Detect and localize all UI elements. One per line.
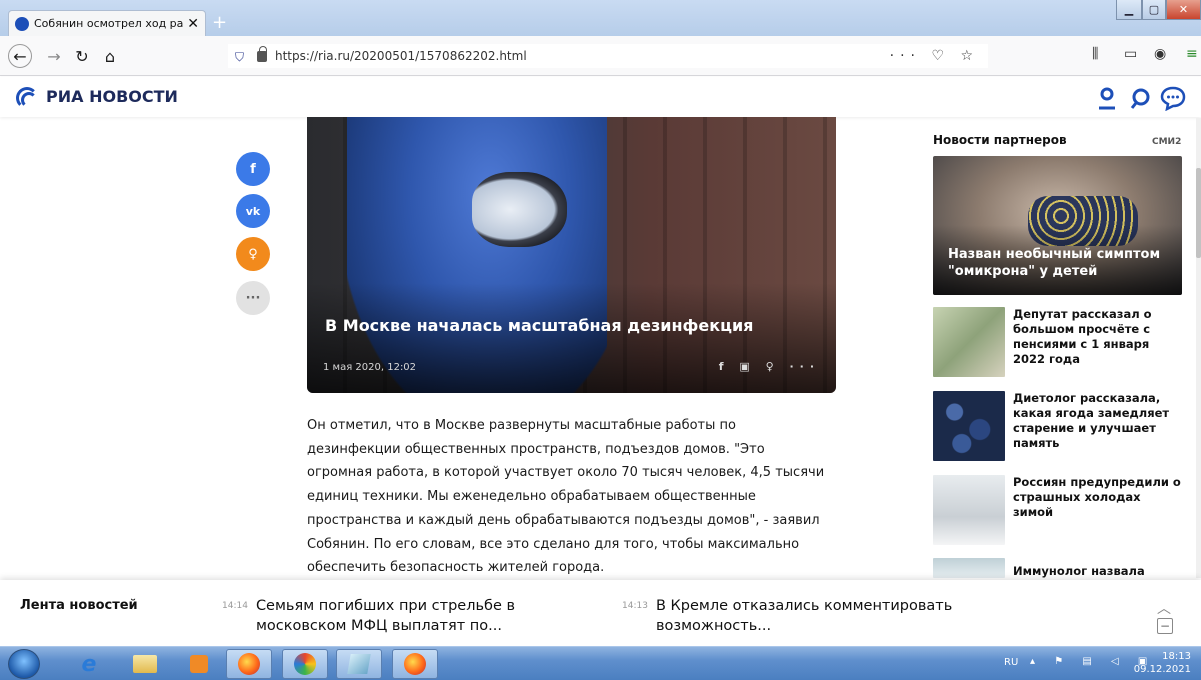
browser-tab-strip: Собянин осмотрел ход работ ✕ + ▁ ▢ ✕ <box>0 0 1201 36</box>
taskbar-clock[interactable]: 18:13 09.12.2021 <box>1134 650 1191 676</box>
hero-date: 1 мая 2020, 12:02 <box>323 362 417 373</box>
partners-heading: Новости партнеров <box>933 133 1067 147</box>
ticker-label[interactable]: Лента новостей <box>20 598 138 613</box>
partner-news-item[interactable]: Россиян предупредили о страшных холодах … <box>933 475 1183 545</box>
url-actions-icons[interactable]: ··· ♡ ☆ <box>890 48 979 64</box>
lock-icon <box>257 45 267 62</box>
menu-icon[interactable]: ≡ <box>1186 46 1198 62</box>
home-button[interactable]: ⌂ <box>98 44 122 68</box>
hero-gradient <box>307 283 836 393</box>
odnoklassniki-icon: ♀ <box>248 246 258 262</box>
maximize-window-button[interactable]: ▢ <box>1142 0 1166 20</box>
reload-button[interactable]: ↻ <box>70 44 94 68</box>
ticker-item[interactable]: 14:13 В Кремле отказались комментировать… <box>622 596 956 636</box>
search-icon[interactable] <box>1128 85 1154 111</box>
tab-close-icon[interactable]: ✕ <box>187 16 199 32</box>
colorful-app-icon <box>294 653 316 675</box>
logo-text: РИА НОВОСТИ <box>46 86 178 106</box>
site-header: РИА НОВОСТИ <box>0 77 1201 117</box>
partner-main-card-title: Назван необычный симптом "омикрона" у де… <box>948 247 1161 279</box>
page-scrollbar[interactable] <box>1196 118 1201 578</box>
firefox-icon <box>238 653 260 675</box>
partner-news-title: Диетолог рассказала, какая ягода замедля… <box>1013 391 1170 450</box>
clock-time: 18:13 <box>1162 651 1191 662</box>
article-paragraph: Он отметил, что в Москве развернуты масш… <box>307 418 825 576</box>
notepad-icon <box>347 654 371 674</box>
taskbar-firefox-button[interactable] <box>226 649 272 679</box>
tracking-shield-icon: ⛉ <box>235 49 245 64</box>
ticker-headline: В Кремле отказались комментировать возмо… <box>655 598 953 634</box>
hero-share-icons[interactable]: f ▣ ♀ ··· <box>719 360 820 373</box>
taskbar-app-button[interactable] <box>282 649 328 679</box>
partner-news-item[interactable]: Диетолог рассказала, какая ягода замедля… <box>933 391 1183 461</box>
internet-explorer-icon: e <box>81 651 97 677</box>
news-thumbnail-winter <box>933 475 1005 545</box>
close-window-button[interactable]: ✕ <box>1166 0 1201 20</box>
reader-view-icon[interactable]: ▭ <box>1124 46 1137 62</box>
forward-button[interactable]: → <box>42 44 66 68</box>
taskbar-firefox-button-2[interactable] <box>392 649 438 679</box>
back-arrow-icon: ← <box>13 46 27 66</box>
start-button[interactable] <box>8 649 40 679</box>
share-vk-button[interactable]: vk <box>236 194 270 228</box>
ticker-time: 14:13 <box>622 601 648 611</box>
ticker-time: 14:14 <box>222 601 248 611</box>
partner-main-card[interactable]: Назван необычный симптом "омикрона" у де… <box>933 156 1182 295</box>
share-facebook-button[interactable]: f <box>236 152 270 186</box>
chevron-up-icon[interactable]: ︿ <box>1157 598 1171 618</box>
news-ticker: Лента новостей 14:14 Семьям погибших при… <box>0 580 1201 646</box>
home-icon: ⌂ <box>104 46 116 66</box>
taskbar-explorer-button[interactable] <box>122 649 168 679</box>
forward-arrow-icon: → <box>47 46 61 66</box>
collapse-ticker-button[interactable]: − <box>1157 618 1173 634</box>
partner-news-title: Россиян предупредили о страшных холодах … <box>1013 475 1181 519</box>
firefox-icon <box>404 653 426 675</box>
tab-title: Собянин осмотрел ход работ <box>34 17 184 30</box>
folder-icon <box>133 655 157 673</box>
hero-title[interactable]: В Москве началась масштабная дезинфекция <box>325 316 753 335</box>
partner-news-item[interactable]: Иммунолог назвала <box>933 558 1183 578</box>
facebook-icon: f <box>250 161 256 177</box>
share-odnoklassniki-button[interactable]: ♀ <box>236 237 270 271</box>
new-tab-button[interactable]: + <box>212 12 227 33</box>
browser-tab[interactable]: Собянин осмотрел ход работ ✕ <box>8 10 206 36</box>
ria-logo[interactable]: РИА НОВОСТИ <box>16 85 178 109</box>
taskbar-media-player-button[interactable] <box>176 649 222 679</box>
reload-icon: ↻ <box>75 46 89 66</box>
vk-icon: vk <box>245 204 261 218</box>
library-icon[interactable]: ⫼ <box>1092 46 1098 62</box>
hero-respirator-mask <box>472 172 567 247</box>
news-thumbnail-immunologist <box>933 558 1005 578</box>
windows-taskbar: e RU ▴ ⚑ ▤ ◁ ▣ 18:13 09.12.2021 <box>0 646 1201 680</box>
ria-favicon-icon <box>15 16 29 31</box>
taskbar-notepad-button[interactable] <box>336 649 382 679</box>
share-more-button[interactable]: ··· <box>236 281 270 315</box>
ticker-item[interactable]: 14:14 Семьям погибших при стрельбе в мос… <box>222 596 556 636</box>
user-icon[interactable] <box>1094 85 1120 111</box>
smi2-badge[interactable]: СМИ2 <box>1152 137 1181 147</box>
extension-icon[interactable]: ◉ <box>1154 46 1166 62</box>
url-bar[interactable]: ⛉ https://ria.ru/20200501/1570862202.htm… <box>228 44 988 68</box>
news-thumbnail-berries <box>933 391 1005 461</box>
partner-news-item[interactable]: Депутат рассказал о большом просчёте с п… <box>933 307 1183 377</box>
minimize-window-button[interactable]: ▁ <box>1116 0 1142 20</box>
chat-icon[interactable] <box>1160 85 1186 111</box>
scrollbar-thumb[interactable] <box>1196 168 1201 258</box>
browser-toolbar: ← → ↻ ⌂ ⛉ https://ria.ru/20200501/157086… <box>0 36 1201 76</box>
media-player-icon <box>190 655 208 673</box>
ria-logo-icon <box>16 85 42 109</box>
url-text: https://ria.ru/20200501/1570862202.html <box>275 49 527 63</box>
partner-news-title: Депутат рассказал о большом просчёте с п… <box>1013 307 1152 366</box>
more-icon: ··· <box>245 290 261 306</box>
taskbar-ie-button[interactable]: e <box>66 649 112 679</box>
language-indicator[interactable]: RU <box>1004 657 1018 668</box>
article-hero-image[interactable]: В Москве началась масштабная дезинфекция… <box>307 117 836 393</box>
back-button[interactable]: ← <box>8 44 32 68</box>
news-thumbnail-money <box>933 307 1005 377</box>
ticker-headline: Семьям погибших при стрельбе в московско… <box>255 598 516 634</box>
partner-news-title: Иммунолог назвала <box>1013 564 1145 578</box>
clock-date: 09.12.2021 <box>1133 664 1191 675</box>
